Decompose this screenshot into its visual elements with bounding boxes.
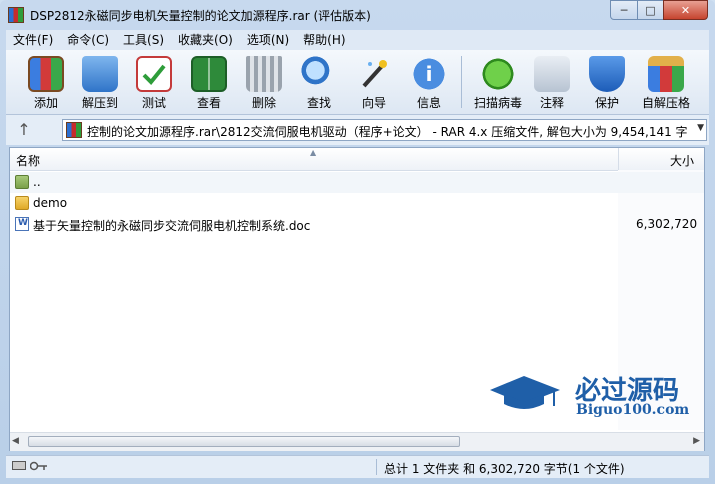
virus-scan-icon (480, 56, 516, 92)
watermark-url: Biguo100.com (576, 402, 690, 418)
status-divider (376, 459, 377, 475)
menu-file[interactable]: 文件(F) (6, 30, 60, 50)
archive-icon (66, 122, 82, 138)
horizontal-scrollbar[interactable]: ◀ ▶ (10, 432, 704, 451)
comment-button[interactable]: 注释 (526, 52, 578, 112)
winrar-window: DSP2812永磁同步电机矢量控制的论文加源程序.rar (评估版本) ─ □ … (0, 0, 715, 484)
wizard-button[interactable]: 向导 (348, 52, 400, 112)
address-row: ↑ 控制的论文加源程序.rar\2812交流伺服电机驱动（程序+论文） - RA… (6, 115, 709, 145)
sfx-label: 自解压格 (641, 96, 690, 110)
sort-ascending-icon: ▲ (310, 148, 317, 157)
parent-folder-icon (15, 175, 29, 189)
list-item[interactable]: .. (10, 172, 704, 193)
title-bar: DSP2812永磁同步电机矢量控制的论文加源程序.rar (评估版本) ─ □ … (0, 0, 715, 30)
add-button[interactable]: 添加 (20, 52, 72, 112)
list-header: 名称 ▲ 大小 (10, 148, 704, 171)
view-icon (191, 56, 227, 92)
menu-help[interactable]: 帮助(H) (296, 30, 352, 50)
test-icon (136, 56, 172, 92)
wizard-icon (356, 56, 392, 92)
protect-button[interactable]: 保护 (581, 52, 633, 112)
comment-label: 注释 (539, 96, 564, 110)
info-label: 信息 (416, 96, 441, 110)
column-size[interactable]: 大小 (670, 152, 694, 169)
toolbar: 添加 解压到 测试 查看 删除 查找 向导 i 信息 扫描病毒 注释 保护 自解… (6, 50, 709, 115)
find-button[interactable]: 查找 (293, 52, 345, 112)
delete-button[interactable]: 删除 (238, 52, 290, 112)
sfx-button[interactable]: 自解压格 (636, 52, 696, 112)
up-one-level-button[interactable]: ↑ (14, 120, 34, 140)
status-bar: 总计 1 文件夹 和 6,302,720 字节(1 个文件) (6, 455, 709, 478)
extract-to-label: 解压到 (81, 96, 118, 110)
minimize-button[interactable]: ─ (610, 0, 638, 20)
find-label: 查找 (306, 96, 331, 110)
list-item[interactable]: 基于矢量控制的永磁同步交流伺服电机控制系统.doc 6,302,720 (10, 214, 704, 235)
menu-bar: 文件(F) 命令(C) 工具(S) 收藏夹(O) 选项(N) 帮助(H) (6, 30, 709, 50)
menu-tools[interactable]: 工具(S) (116, 30, 171, 50)
chevron-down-icon[interactable]: ▼ (697, 123, 704, 133)
file-name: demo (33, 196, 68, 210)
file-name: 基于矢量控制的永磁同步交流伺服电机控制系统.doc (33, 219, 311, 233)
column-name[interactable]: 名称 (16, 152, 40, 169)
scroll-right-icon[interactable]: ▶ (693, 436, 700, 446)
info-icon: i (411, 56, 447, 92)
protect-label: 保护 (594, 96, 619, 110)
wizard-label: 向导 (361, 96, 386, 110)
test-button[interactable]: 测试 (128, 52, 180, 112)
add-archive-icon (28, 56, 64, 92)
file-size: 6,302,720 (636, 217, 698, 231)
watermark: 必过源码 Biguo100.com (490, 370, 700, 422)
graduation-cap-icon (490, 376, 560, 409)
close-button[interactable]: ✕ (663, 0, 708, 20)
maximize-button[interactable]: □ (637, 0, 664, 20)
menu-options[interactable]: 选项(N) (240, 30, 296, 50)
view-label: 查看 (196, 96, 221, 110)
file-list: 名称 ▲ 大小 .. demo 基于矢量控制的永磁同步交流伺服电机控制系统.do… (9, 147, 705, 451)
virus-scan-label: 扫描病毒 (473, 96, 522, 110)
column-divider[interactable] (618, 148, 619, 170)
address-path: 控制的论文加源程序.rar\2812交流伺服电机驱动（程序+论文） - RAR … (87, 125, 687, 139)
winrar-app-icon (8, 7, 24, 23)
key-icon[interactable] (30, 461, 48, 471)
find-icon (301, 56, 337, 92)
delete-icon (246, 56, 282, 92)
folder-icon (15, 196, 29, 210)
virus-scan-button[interactable]: 扫描病毒 (468, 52, 528, 112)
toolbar-separator (461, 56, 462, 108)
file-name: .. (33, 175, 41, 189)
test-label: 测试 (141, 96, 166, 110)
protect-icon (589, 56, 625, 92)
address-bar[interactable]: 控制的论文加源程序.rar\2812交流伺服电机驱动（程序+论文） - RAR … (62, 119, 707, 141)
delete-label: 删除 (251, 96, 276, 110)
word-document-icon (15, 217, 29, 231)
status-summary: 总计 1 文件夹 和 6,302,720 字节(1 个文件) (384, 462, 625, 476)
extract-to-button[interactable]: 解压到 (74, 52, 126, 112)
menu-commands[interactable]: 命令(C) (60, 30, 116, 50)
info-button[interactable]: i 信息 (403, 52, 455, 112)
menu-favorites[interactable]: 收藏夹(O) (171, 30, 240, 50)
scrollbar-thumb[interactable] (28, 436, 460, 447)
view-button[interactable]: 查看 (183, 52, 235, 112)
comment-icon (534, 56, 570, 92)
list-item[interactable]: demo (10, 193, 618, 214)
sfx-icon (648, 56, 684, 92)
add-label: 添加 (33, 96, 58, 110)
extract-to-icon (82, 56, 118, 92)
drive-icon[interactable] (12, 461, 26, 470)
window-title: DSP2812永磁同步电机矢量控制的论文加源程序.rar (评估版本) (30, 9, 371, 23)
scroll-left-icon[interactable]: ◀ (12, 436, 19, 446)
